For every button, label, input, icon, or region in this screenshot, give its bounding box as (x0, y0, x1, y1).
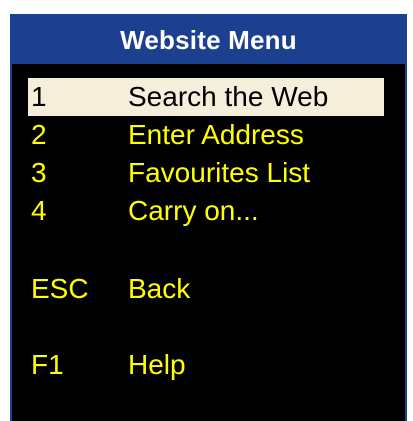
menu-item-label: Carry on... (128, 195, 259, 226)
menu-item-key: 2 (31, 119, 47, 150)
menu-item-search-the-web[interactable]: 1 Search the Web (28, 78, 384, 116)
menu-item-favourites-list[interactable]: 3 Favourites List (28, 154, 384, 192)
menu-list: 1 Search the Web 2 Enter Address 3 Favou… (28, 78, 384, 384)
menu-item-label: Enter Address (128, 119, 304, 150)
menu-item-label: Help (128, 349, 186, 380)
menu-item-key: 1 (31, 81, 47, 112)
menu-item-label: Search the Web (128, 81, 329, 112)
website-menu-window: Website Menu 1 Search the Web 2 Enter Ad… (10, 14, 407, 421)
title-bar: Website Menu (12, 16, 405, 64)
menu-spacer (28, 230, 384, 270)
menu-item-key: 3 (31, 157, 47, 188)
menu-item-back[interactable]: ESC Back (28, 270, 384, 308)
menu-item-label: Favourites List (128, 157, 311, 188)
menu-item-key: 4 (31, 195, 47, 226)
menu-item-label: Back (128, 273, 191, 304)
menu-item-carry-on[interactable]: 4 Carry on... (28, 192, 384, 230)
menu-item-enter-address[interactable]: 2 Enter Address (28, 116, 384, 154)
menu-item-key: ESC (31, 273, 89, 304)
menu-item-help[interactable]: F1 Help (28, 346, 384, 384)
menu-item-key: F1 (31, 349, 64, 380)
menu-spacer (28, 308, 384, 346)
menu-title: Website Menu (120, 24, 297, 55)
